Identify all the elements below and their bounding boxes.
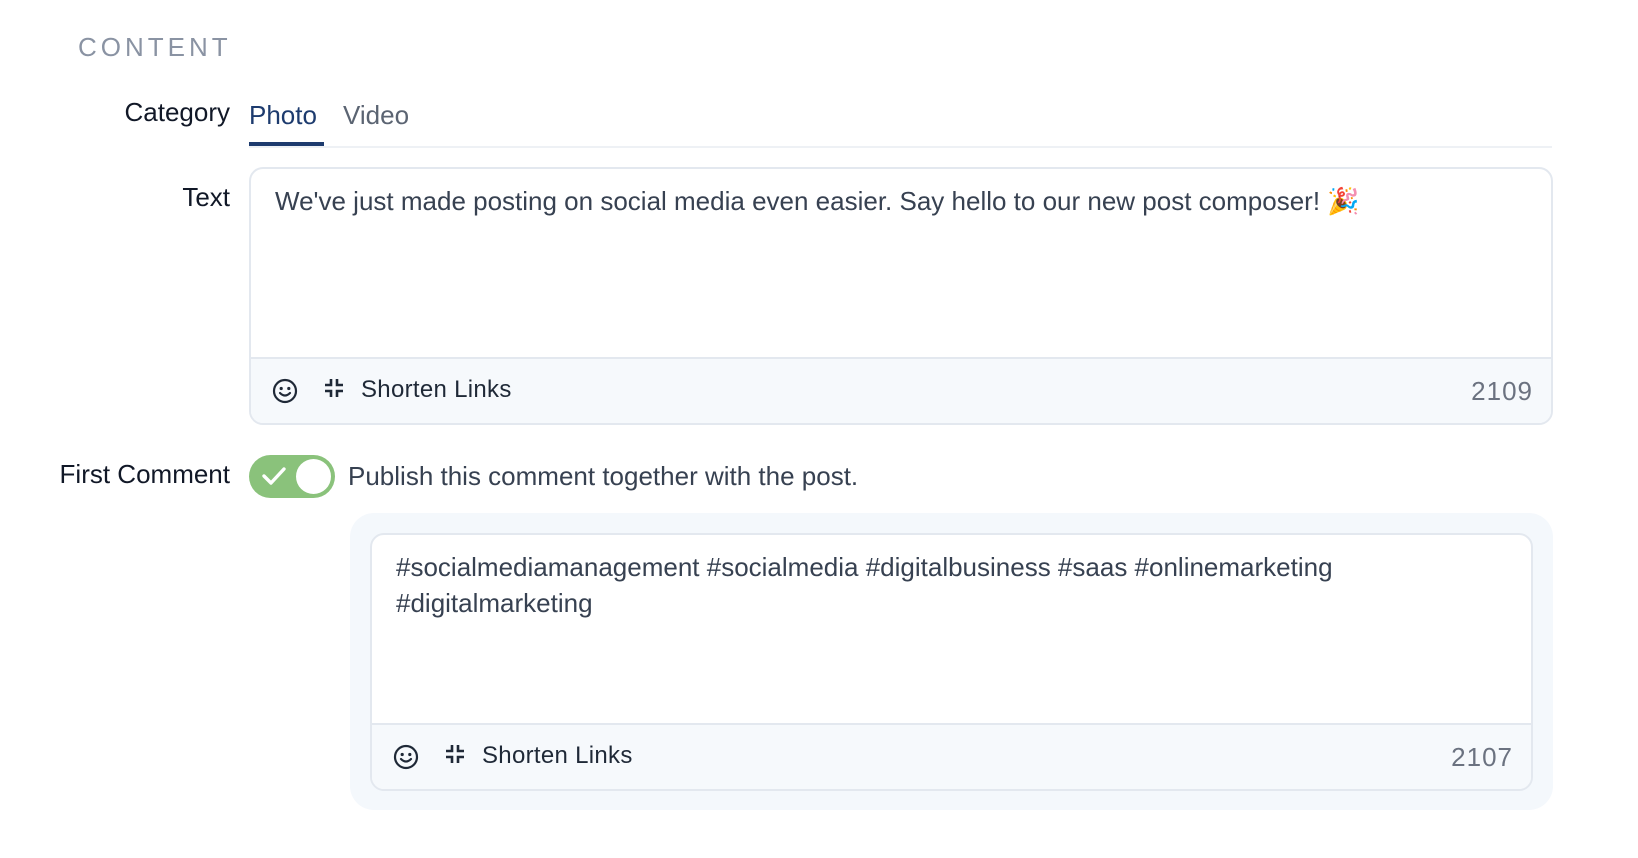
first-comment-label: First Comment [59, 459, 230, 489]
text-label: Text [182, 182, 230, 212]
shorten-links-button[interactable]: Shorten Links [444, 739, 633, 773]
char-count: 2107 [1451, 742, 1513, 772]
smiley-icon[interactable] [392, 743, 420, 771]
tab-photo[interactable]: Photo [249, 96, 324, 146]
shorten-links-label: Shorten Links [361, 376, 512, 403]
compress-icon [444, 743, 482, 770]
comment-text-input[interactable]: #socialmediamanagement #socialmedia #dig… [372, 535, 1531, 709]
shorten-links-button[interactable]: Shorten Links [323, 373, 512, 407]
category-label: Category [124, 97, 231, 127]
post-text-toolbar: Shorten Links 2109 [251, 357, 1551, 423]
smiley-icon[interactable] [271, 377, 299, 405]
first-comment-toggle[interactable] [249, 455, 335, 498]
tab-video[interactable]: Video [343, 96, 409, 144]
char-count: 2109 [1471, 376, 1533, 406]
compress-icon [323, 377, 361, 404]
check-icon [261, 465, 287, 492]
content-form: CONTENT Category Photo Video Text We've … [0, 0, 1638, 858]
post-text-editor: We've just made posting on social media … [249, 167, 1553, 425]
shorten-links-label: Shorten Links [482, 742, 633, 769]
category-tabs: Photo Video [249, 96, 1552, 148]
toggle-knob [296, 459, 331, 494]
comment-toolbar: Shorten Links 2107 [372, 723, 1531, 789]
comment-editor: #socialmediamanagement #socialmedia #dig… [370, 533, 1533, 791]
post-text-input[interactable]: We've just made posting on social media … [251, 169, 1551, 343]
section-title: CONTENT [78, 32, 232, 62]
first-comment-description: Publish this comment together with the p… [348, 461, 859, 491]
